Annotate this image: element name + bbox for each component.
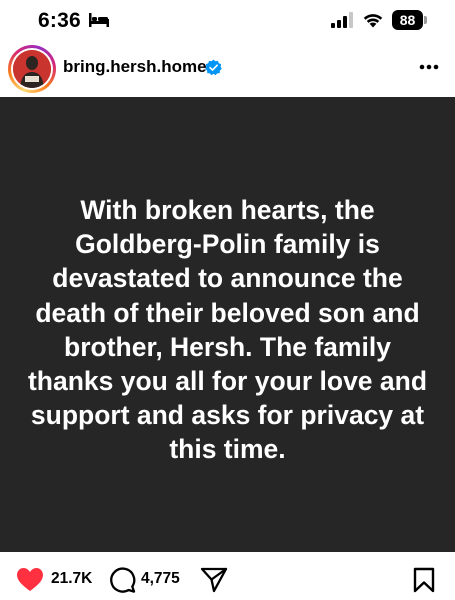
verified-badge-icon <box>205 59 222 76</box>
post-image-text: With broken hearts, the Goldberg-Polin f… <box>27 195 428 465</box>
battery-icon: 88 <box>392 10 428 30</box>
battery-level: 88 <box>392 10 423 30</box>
avatar[interactable] <box>13 50 51 88</box>
wifi-icon <box>363 14 383 28</box>
comment-count[interactable]: 4,775 <box>141 570 180 588</box>
action-bar: 21.7K 4,775 <box>0 556 455 600</box>
post-image[interactable]: With broken hearts, the Goldberg-Polin f… <box>0 97 455 552</box>
username-link[interactable]: bring.hersh.home <box>63 57 207 77</box>
post-header: bring.hersh.home <box>0 42 455 96</box>
like-count[interactable]: 21.7K <box>51 570 92 588</box>
status-time: 6:36 <box>38 9 81 32</box>
comment-icon[interactable] <box>108 566 136 594</box>
share-icon[interactable] <box>200 566 228 594</box>
heart-icon[interactable] <box>16 567 44 592</box>
signal-icon <box>331 12 353 28</box>
status-bar: 6:36 88 <box>0 0 455 40</box>
bed-icon <box>89 13 109 27</box>
avatar-image-icon <box>13 50 51 88</box>
bookmark-icon[interactable] <box>413 567 435 593</box>
story-ring[interactable] <box>8 45 56 93</box>
battery-nub <box>424 16 427 24</box>
more-options-icon[interactable] <box>419 64 439 70</box>
